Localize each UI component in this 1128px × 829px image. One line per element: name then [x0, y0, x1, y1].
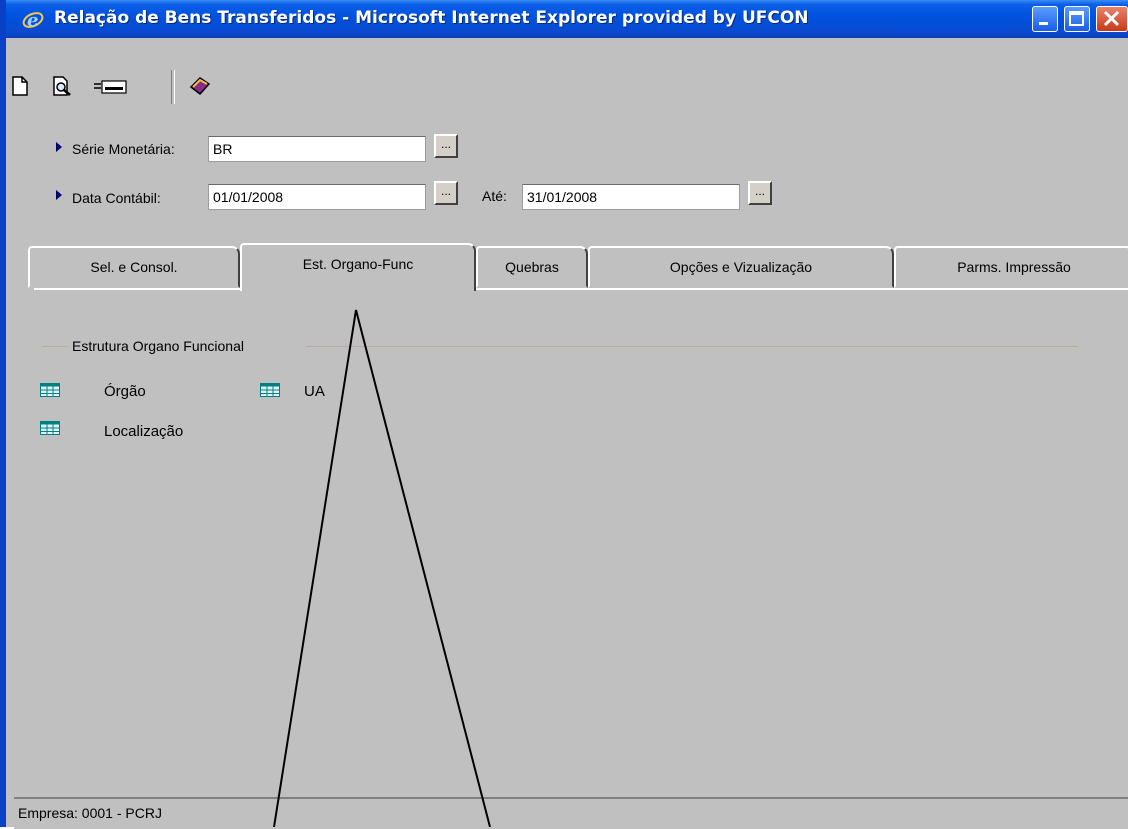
- print-icon[interactable]: [92, 74, 128, 98]
- new-document-icon[interactable]: [8, 74, 32, 98]
- group-divider: [42, 346, 68, 347]
- serie-monetaria-input[interactable]: BR: [208, 136, 426, 162]
- tab-parms-impressao[interactable]: Parms. Impressão: [894, 246, 1128, 288]
- toolbar-separator: [171, 70, 175, 104]
- maximize-icon: [1069, 11, 1084, 26]
- table-grid-icon[interactable]: [40, 383, 60, 397]
- browser-window: e Relação de Bens Transferidos - Microso…: [0, 0, 1128, 829]
- status-text: Empresa: 0001 - PCRJ: [18, 805, 162, 821]
- group-divider: [306, 346, 1078, 347]
- svg-text:e: e: [27, 10, 38, 30]
- table-grid-icon[interactable]: [40, 421, 60, 435]
- close-icon: [1103, 10, 1120, 27]
- field-marker-icon: [56, 142, 62, 152]
- data-contabil-label: Data Contábil:: [72, 190, 161, 206]
- toolbar: [6, 66, 1128, 110]
- serie-monetaria-lookup-button[interactable]: ...: [434, 134, 458, 158]
- tab-strip-line: [34, 288, 1128, 290]
- ate-label: Até:: [482, 188, 507, 204]
- list-item-ua[interactable]: UA: [304, 383, 325, 400]
- ie-logo-icon: e: [22, 10, 44, 30]
- serie-monetaria-label: Série Monetária:: [72, 141, 175, 157]
- close-button[interactable]: [1096, 6, 1128, 32]
- field-marker-icon: [56, 190, 62, 200]
- table-grid-icon[interactable]: [260, 383, 280, 397]
- tab-est-organo-func[interactable]: Est. Organo-Func: [240, 243, 476, 291]
- list-item-orgao[interactable]: Órgão: [104, 383, 146, 400]
- status-bar: Empresa: 0001 - PCRJ: [14, 797, 1128, 829]
- help-book-icon[interactable]: [188, 74, 212, 98]
- tab-sel-consol[interactable]: Sel. e Consol.: [28, 246, 240, 288]
- print-preview-icon[interactable]: [50, 74, 74, 98]
- maximize-button[interactable]: [1064, 6, 1090, 32]
- minimize-button[interactable]: [1032, 6, 1058, 32]
- group-title: Estrutura Organo Funcional: [72, 338, 244, 354]
- data-contabil-lookup-button[interactable]: ...: [434, 181, 458, 205]
- list-item-localizacao[interactable]: Localização: [104, 423, 183, 440]
- ate-lookup-button[interactable]: ...: [748, 181, 772, 205]
- title-bar[interactable]: e Relação de Bens Transferidos - Microso…: [6, 0, 1128, 38]
- tab-quebras[interactable]: Quebras: [476, 246, 588, 288]
- tab-opcoes-vizualizacao[interactable]: Opções e Vizualização: [588, 246, 894, 288]
- ate-date-input[interactable]: 31/01/2008: [522, 184, 740, 210]
- window-title: Relação de Bens Transferidos - Microsoft…: [54, 8, 809, 28]
- minimize-icon: [1039, 22, 1048, 25]
- data-contabil-input[interactable]: 01/01/2008: [208, 184, 426, 210]
